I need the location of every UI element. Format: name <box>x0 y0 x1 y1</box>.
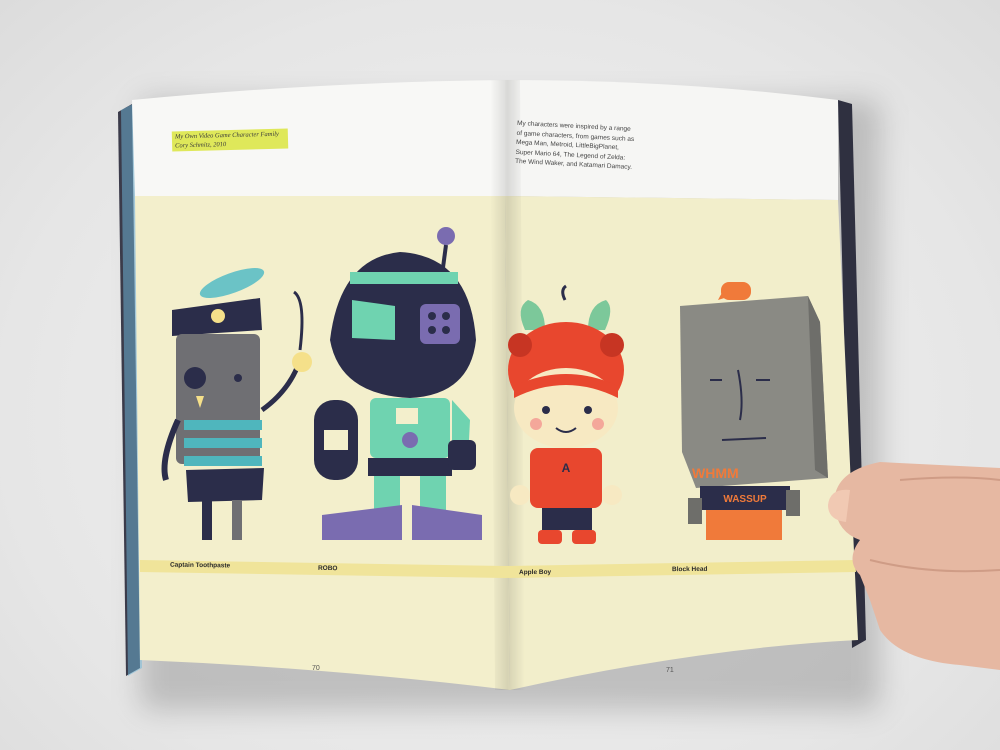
open-magazine: A WHMM WASSUP <box>118 80 1000 690</box>
caption-captain-toothpaste: Captain Toothpaste <box>169 561 231 570</box>
shirt-text: WASSUP <box>723 494 767 505</box>
caption-block-head: Block Head <box>671 565 708 574</box>
credit-author: Cory Schmitz, 2010 <box>175 141 227 150</box>
svg-text:A: A <box>562 461 571 475</box>
credit-highlight: My Own Video Game Character Family Cory … <box>171 128 289 152</box>
caption-apple-boy: Apple Boy <box>518 568 552 577</box>
page-number-right: 71 <box>666 667 674 674</box>
caption-robo: ROBO <box>317 564 338 573</box>
page-number-left: 70 <box>312 665 320 672</box>
intro-paragraph: My characters were inspired by a range o… <box>514 119 635 172</box>
graffiti-tag: WHMM <box>692 465 739 481</box>
